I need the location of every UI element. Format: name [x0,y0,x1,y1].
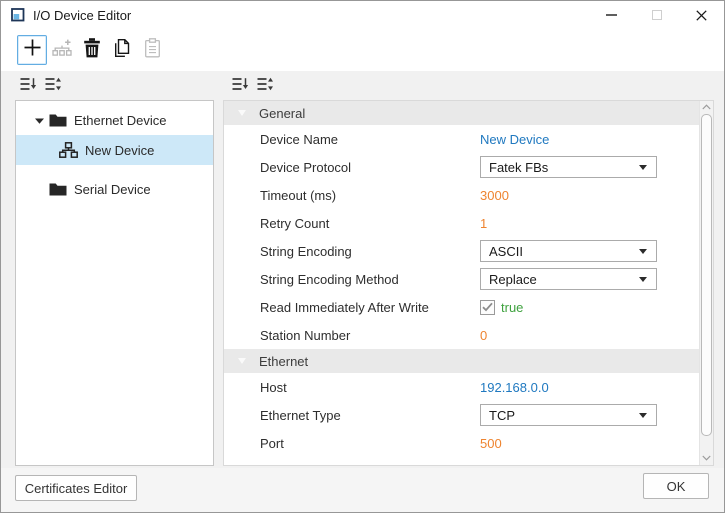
property-grid: General Device Name New Device Device Pr… [223,100,714,466]
device-name-value[interactable]: New Device [480,132,549,147]
expand-all-icon[interactable] [256,76,274,92]
property-row-string-encoding: String Encoding ASCII [224,237,699,265]
chevron-down-icon [639,165,647,170]
app-logo-icon [11,8,25,22]
property-row-port: Port 500 [224,429,699,457]
paste-button[interactable] [137,35,167,65]
host-value[interactable]: 192.168.0.0 [480,380,549,395]
tree-item-new-device[interactable]: New Device [16,135,213,165]
collapse-all-icon[interactable] [19,76,37,92]
string-encoding-method-dropdown[interactable]: Replace [480,268,657,290]
property-row-device-protocol: Device Protocol Fatek FBs [224,153,699,181]
footer: Certificates Editor OK [1,468,724,512]
property-label: Host [260,380,287,395]
tree-item-label: Serial Device [74,182,151,197]
retry-count-value[interactable]: 1 [480,216,487,231]
section-title: General [259,106,305,121]
vertical-scrollbar[interactable] [699,101,713,465]
copy-icon [112,38,132,63]
window-controls [589,1,724,29]
scrollbar-thumb[interactable] [701,114,712,436]
trash-icon [83,38,101,63]
scrollbar-up-button[interactable] [700,104,713,110]
folder-icon [49,114,67,127]
dropdown-value: Fatek FBs [489,160,548,175]
tree-item-label: Ethernet Device [74,113,167,128]
ethernet-type-dropdown[interactable]: TCP [480,404,657,426]
add-station-icon [51,38,73,63]
folder-icon [49,183,67,196]
maximize-button[interactable] [634,1,679,29]
property-label: String Encoding Method [260,272,399,287]
add-device-button[interactable] [17,35,47,65]
port-value[interactable]: 500 [480,436,502,451]
props-panel-toolbar [231,76,274,92]
scrollbar-down-button[interactable] [700,455,713,461]
section-title: Ethernet [259,354,308,369]
tree-item-serial-device[interactable]: Serial Device [16,175,213,204]
window-title: I/O Device Editor [33,8,131,23]
read-after-write-checkbox[interactable] [480,300,495,315]
property-row-station-number: Station Number 0 [224,321,699,349]
property-label: Retry Count [260,216,329,231]
property-label: String Encoding [260,244,352,259]
section-header-general[interactable]: General [224,101,699,125]
dropdown-value: Replace [489,272,537,287]
property-row-retry-count: Retry Count 1 [224,209,699,237]
dropdown-value: ASCII [489,244,523,259]
property-label: Ethernet Type [260,408,341,423]
expander-caret-icon[interactable] [35,118,45,124]
ok-button[interactable]: OK [643,473,709,499]
property-row-ethernet-type: Ethernet Type TCP [224,401,699,429]
minimize-button[interactable] [589,1,634,29]
property-row-device-name: Device Name New Device [224,125,699,153]
toolbar [1,29,724,71]
expand-all-icon[interactable] [44,76,62,92]
device-protocol-dropdown[interactable]: Fatek FBs [480,156,657,178]
main-area: Ethernet Device New Device Serial D [1,71,724,468]
section-caret-icon [238,110,246,116]
property-grid-content: General Device Name New Device Device Pr… [224,101,699,465]
maximize-icon [652,10,662,20]
device-tree: Ethernet Device New Device Serial D [15,100,214,466]
property-label: Read Immediately After Write [260,300,429,315]
section-caret-icon [238,358,246,364]
station-number-value[interactable]: 0 [480,328,487,343]
property-label: Port [260,436,284,451]
certificates-editor-button[interactable]: Certificates Editor [15,475,137,501]
section-header-ethernet[interactable]: Ethernet [224,349,699,373]
plus-icon [23,38,42,62]
property-label: Device Name [260,132,338,147]
add-station-button[interactable] [47,35,77,65]
property-row-host: Host 192.168.0.0 [224,373,699,401]
tree-item-ethernet-device[interactable]: Ethernet Device [16,106,213,135]
property-label: Device Protocol [260,160,351,175]
io-device-editor-window: I/O Device Editor [0,0,725,513]
property-label: Timeout (ms) [260,188,336,203]
delete-button[interactable] [77,35,107,65]
collapse-all-icon[interactable] [231,76,249,92]
close-button[interactable] [679,1,724,29]
property-row-read-after-write: Read Immediately After Write true [224,293,699,321]
network-device-icon [59,142,78,158]
titlebar: I/O Device Editor [1,1,724,29]
chevron-down-icon [639,277,647,282]
property-row-string-encoding-method: String Encoding Method Replace [224,265,699,293]
tree-item-label: New Device [85,143,154,158]
timeout-value[interactable]: 3000 [480,188,509,203]
property-row-timeout: Timeout (ms) 3000 [224,181,699,209]
paste-icon [144,38,161,63]
dropdown-value: TCP [489,408,515,423]
property-label: Station Number [260,328,350,343]
string-encoding-dropdown[interactable]: ASCII [480,240,657,262]
read-after-write-value: true [501,300,523,315]
tree-panel-toolbar [19,76,62,92]
chevron-down-icon [639,249,647,254]
chevron-down-icon [639,413,647,418]
copy-button[interactable] [107,35,137,65]
